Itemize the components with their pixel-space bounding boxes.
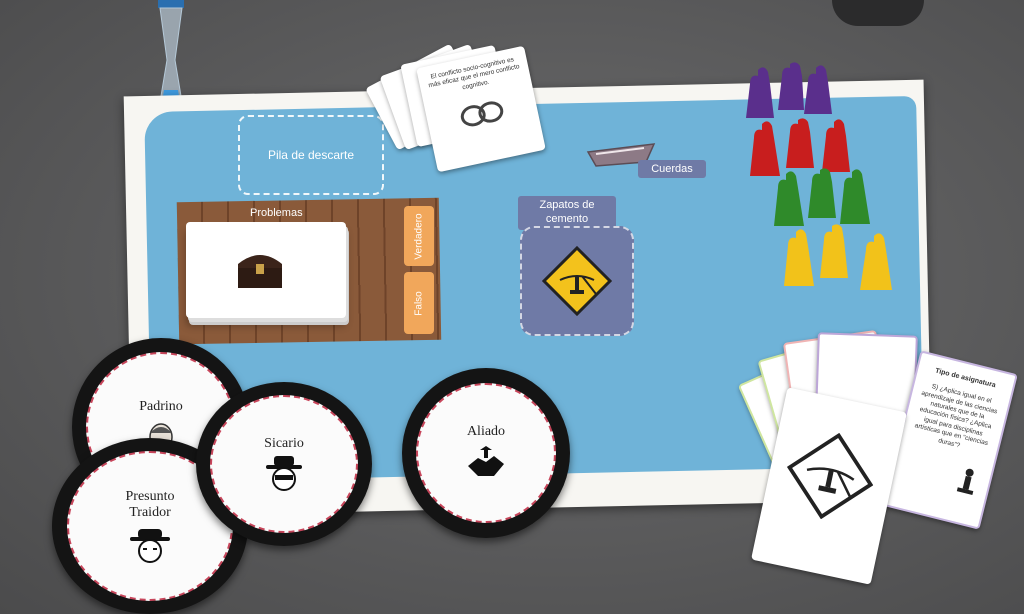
discard-pile-label: Pila de descarte: [267, 148, 355, 162]
cement-warning-card-icon: [786, 432, 874, 520]
handshake-icon: [468, 446, 504, 477]
sinking-man-icon: [956, 468, 974, 496]
purple-pawns[interactable]: [742, 62, 846, 124]
table-device: [832, 0, 924, 26]
cement-shoes-label: Zapatos de cemento: [518, 196, 616, 230]
cement-shoes-zone[interactable]: [520, 226, 634, 336]
false-slot[interactable]: Falso: [404, 272, 434, 334]
problems-label: Problemas: [250, 207, 303, 219]
discard-pile-zone[interactable]: Pila de descarte: [238, 115, 384, 195]
knowledge-card-deck[interactable]: El conflicto socio-cognitivo es más efic…: [365, 43, 550, 176]
padrino-label: Padrino: [139, 398, 183, 414]
ropes-label: Cuerdas: [638, 160, 706, 178]
hitman-face-icon: [266, 456, 302, 492]
true-label: Verdadero: [413, 212, 425, 260]
sicario-label: Sicario: [264, 435, 304, 451]
sicario-token[interactable]: Sicario: [196, 382, 372, 546]
yellow-pawns[interactable]: [780, 222, 920, 294]
green-pawns[interactable]: [770, 168, 890, 230]
cement-warning-sign-icon: [542, 246, 612, 316]
presunto-traidor-label: Presunto Traidor: [125, 488, 175, 520]
question-card-deck[interactable]: Tipo de asignatura S) ¿Aplica igual en e…: [737, 326, 1020, 596]
rope-icon: [460, 101, 504, 127]
subject-type-text: S) ¿Aplica igual en el aprendizaje de la…: [913, 383, 999, 450]
traitor-face-icon: [130, 529, 170, 564]
true-slot[interactable]: Verdadero: [404, 206, 434, 266]
aliado-label: Aliado: [466, 423, 506, 439]
top-card[interactable]: El conflicto socio-cognitivo es más efic…: [416, 45, 546, 173]
aliado-token[interactable]: Aliado: [402, 368, 570, 538]
treasure-chest-icon: [238, 255, 282, 288]
false-label: Falso: [413, 290, 425, 316]
problems-card-deck[interactable]: [186, 222, 346, 318]
